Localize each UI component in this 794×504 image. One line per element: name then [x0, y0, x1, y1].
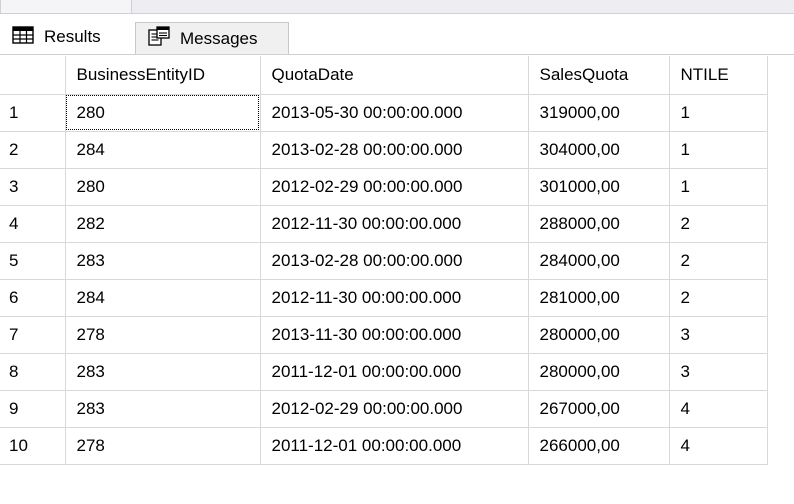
cell-businessentityid[interactable]: 283: [65, 390, 261, 428]
cell-ntile[interactable]: 2: [669, 279, 768, 317]
cell-ntile[interactable]: 3: [669, 353, 768, 391]
table-row: 1 280 2013-05-30 00:00:00.000 319000,00 …: [0, 94, 768, 132]
cell-businessentityid[interactable]: 283: [65, 353, 261, 391]
column-header-quotadate[interactable]: QuotaDate: [260, 56, 529, 95]
table-row: 7 278 2013-11-30 00:00:00.000 280000,00 …: [0, 316, 768, 354]
cell-businessentityid[interactable]: 278: [65, 316, 261, 354]
row-number[interactable]: 1: [0, 94, 66, 132]
row-number[interactable]: 2: [0, 131, 66, 169]
table-row: 9 283 2012-02-29 00:00:00.000 267000,00 …: [0, 390, 768, 428]
table-row: 10 278 2011-12-01 00:00:00.000 266000,00…: [0, 427, 768, 465]
table-row: 3 280 2012-02-29 00:00:00.000 301000,00 …: [0, 168, 768, 206]
cell-ntile[interactable]: 4: [669, 390, 768, 428]
cell-businessentityid[interactable]: 280: [65, 94, 261, 132]
grid-icon: [12, 25, 34, 49]
table-row: 2 284 2013-02-28 00:00:00.000 304000,00 …: [0, 131, 768, 169]
cell-salesquota[interactable]: 301000,00: [528, 168, 670, 206]
cell-quotadate[interactable]: 2013-02-28 00:00:00.000: [260, 242, 529, 280]
row-number[interactable]: 5: [0, 242, 66, 280]
cell-quotadate[interactable]: 2012-02-29 00:00:00.000: [260, 168, 529, 206]
cell-quotadate[interactable]: 2012-11-30 00:00:00.000: [260, 205, 529, 243]
table-row: 6 284 2012-11-30 00:00:00.000 281000,00 …: [0, 279, 768, 317]
cell-quotadate[interactable]: 2013-05-30 00:00:00.000: [260, 94, 529, 132]
row-number[interactable]: 4: [0, 205, 66, 243]
table-row: 5 283 2013-02-28 00:00:00.000 284000,00 …: [0, 242, 768, 280]
row-number[interactable]: 6: [0, 279, 66, 317]
cell-businessentityid[interactable]: 282: [65, 205, 261, 243]
results-tabbar: Results Messages: [0, 14, 794, 55]
cell-businessentityid[interactable]: 280: [65, 168, 261, 206]
cell-ntile[interactable]: 2: [669, 242, 768, 280]
cell-quotadate[interactable]: 2011-12-01 00:00:00.000: [260, 427, 529, 465]
cell-salesquota[interactable]: 280000,00: [528, 353, 670, 391]
row-number[interactable]: 9: [0, 390, 66, 428]
tab-messages[interactable]: Messages: [135, 22, 289, 54]
column-header-ntile[interactable]: NTILE: [669, 56, 768, 95]
cell-ntile[interactable]: 1: [669, 168, 768, 206]
cell-ntile[interactable]: 2: [669, 205, 768, 243]
cell-quotadate[interactable]: 2011-12-01 00:00:00.000: [260, 353, 529, 391]
cell-quotadate[interactable]: 2013-02-28 00:00:00.000: [260, 131, 529, 169]
messages-icon: [148, 26, 170, 51]
cell-salesquota[interactable]: 304000,00: [528, 131, 670, 169]
cell-salesquota[interactable]: 267000,00: [528, 390, 670, 428]
cell-ntile[interactable]: 1: [669, 94, 768, 132]
cell-salesquota[interactable]: 266000,00: [528, 427, 670, 465]
grid-header-row: BusinessEntityID QuotaDate SalesQuota NT…: [0, 56, 768, 95]
cell-quotadate[interactable]: 2012-02-29 00:00:00.000: [260, 390, 529, 428]
results-grid-pane[interactable]: BusinessEntityID QuotaDate SalesQuota NT…: [0, 56, 794, 504]
cell-businessentityid[interactable]: 284: [65, 279, 261, 317]
cell-salesquota[interactable]: 284000,00: [528, 242, 670, 280]
row-number[interactable]: 3: [0, 168, 66, 206]
top-strip-edge: [0, 0, 132, 13]
row-number[interactable]: 7: [0, 316, 66, 354]
cell-businessentityid[interactable]: 278: [65, 427, 261, 465]
column-header-salesquota[interactable]: SalesQuota: [528, 56, 670, 95]
cell-businessentityid[interactable]: 284: [65, 131, 261, 169]
top-strip: [0, 0, 794, 14]
table-row: 4 282 2012-11-30 00:00:00.000 288000,00 …: [0, 205, 768, 243]
table-row: 8 283 2011-12-01 00:00:00.000 280000,00 …: [0, 353, 768, 391]
cell-salesquota[interactable]: 319000,00: [528, 94, 670, 132]
tab-results-label: Results: [44, 27, 101, 46]
row-number[interactable]: 8: [0, 353, 66, 391]
tab-results[interactable]: Results: [0, 20, 133, 54]
column-header-businessentityid[interactable]: BusinessEntityID: [65, 56, 261, 95]
cell-salesquota[interactable]: 288000,00: [528, 205, 670, 243]
cell-salesquota[interactable]: 281000,00: [528, 279, 670, 317]
cell-ntile[interactable]: 3: [669, 316, 768, 354]
row-number[interactable]: 10: [0, 427, 66, 465]
cell-salesquota[interactable]: 280000,00: [528, 316, 670, 354]
results-grid: BusinessEntityID QuotaDate SalesQuota NT…: [0, 56, 768, 465]
row-number-header[interactable]: [0, 56, 66, 95]
cell-quotadate[interactable]: 2013-11-30 00:00:00.000: [260, 316, 529, 354]
tab-messages-label: Messages: [180, 28, 258, 48]
cell-businessentityid[interactable]: 283: [65, 242, 261, 280]
cell-quotadate[interactable]: 2012-11-30 00:00:00.000: [260, 279, 529, 317]
cell-ntile[interactable]: 4: [669, 427, 768, 465]
cell-ntile[interactable]: 1: [669, 131, 768, 169]
